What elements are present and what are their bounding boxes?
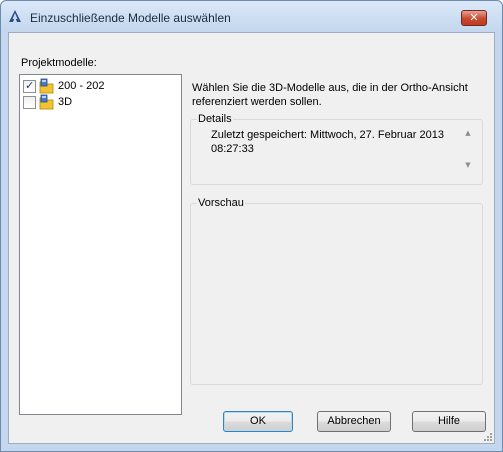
close-button[interactable]: ✕ [461,10,487,26]
window-title: Einzuschließende Modelle auswählen [30,11,231,25]
checkbox-200-202[interactable]: ✓ [23,79,36,93]
model-folder-icon [39,94,54,110]
details-text: Zuletzt gespeichert: Mittwoch, 27. Febru… [211,129,444,155]
project-models-tree[interactable]: ✓ 200 - 202 3D [19,74,182,415]
close-icon: ✕ [469,11,479,24]
help-button[interactable]: Hilfe [412,411,486,432]
dialog-client-area: Projektmodelle: ✓ 200 - 202 3D Wählen Si… [8,32,495,444]
checkmark-icon: ✓ [25,79,35,92]
preview-group: Vorschau [190,197,483,385]
preview-group-title: Vorschau [197,197,245,209]
resize-grip-icon[interactable] [483,432,493,442]
tree-item-label: 200 - 202 [58,80,105,92]
details-group-title: Details [197,113,233,125]
tree-item-label: 3D [58,96,73,108]
cancel-button[interactable]: Abbrechen [317,411,391,432]
checkbox-3d[interactable] [23,96,36,109]
scroll-up-icon[interactable]: ▲ [464,129,472,137]
project-models-label: Projektmodelle: [21,57,97,69]
instruction-text: Wählen Sie die 3D-Modelle aus, die in de… [192,82,468,108]
scroll-down-icon[interactable]: ▼ [464,161,472,169]
ok-button[interactable]: OK [223,411,293,432]
autocad-logo-icon [9,10,21,22]
dialog-window: Einzuschließende Modelle auswählen ✕ Pro… [0,0,503,452]
title-bar[interactable]: Einzuschließende Modelle auswählen ✕ [1,1,502,31]
model-folder-icon [39,78,54,94]
details-group: Details Zuletzt gespeichert: Mittwoch, 2… [190,113,483,185]
